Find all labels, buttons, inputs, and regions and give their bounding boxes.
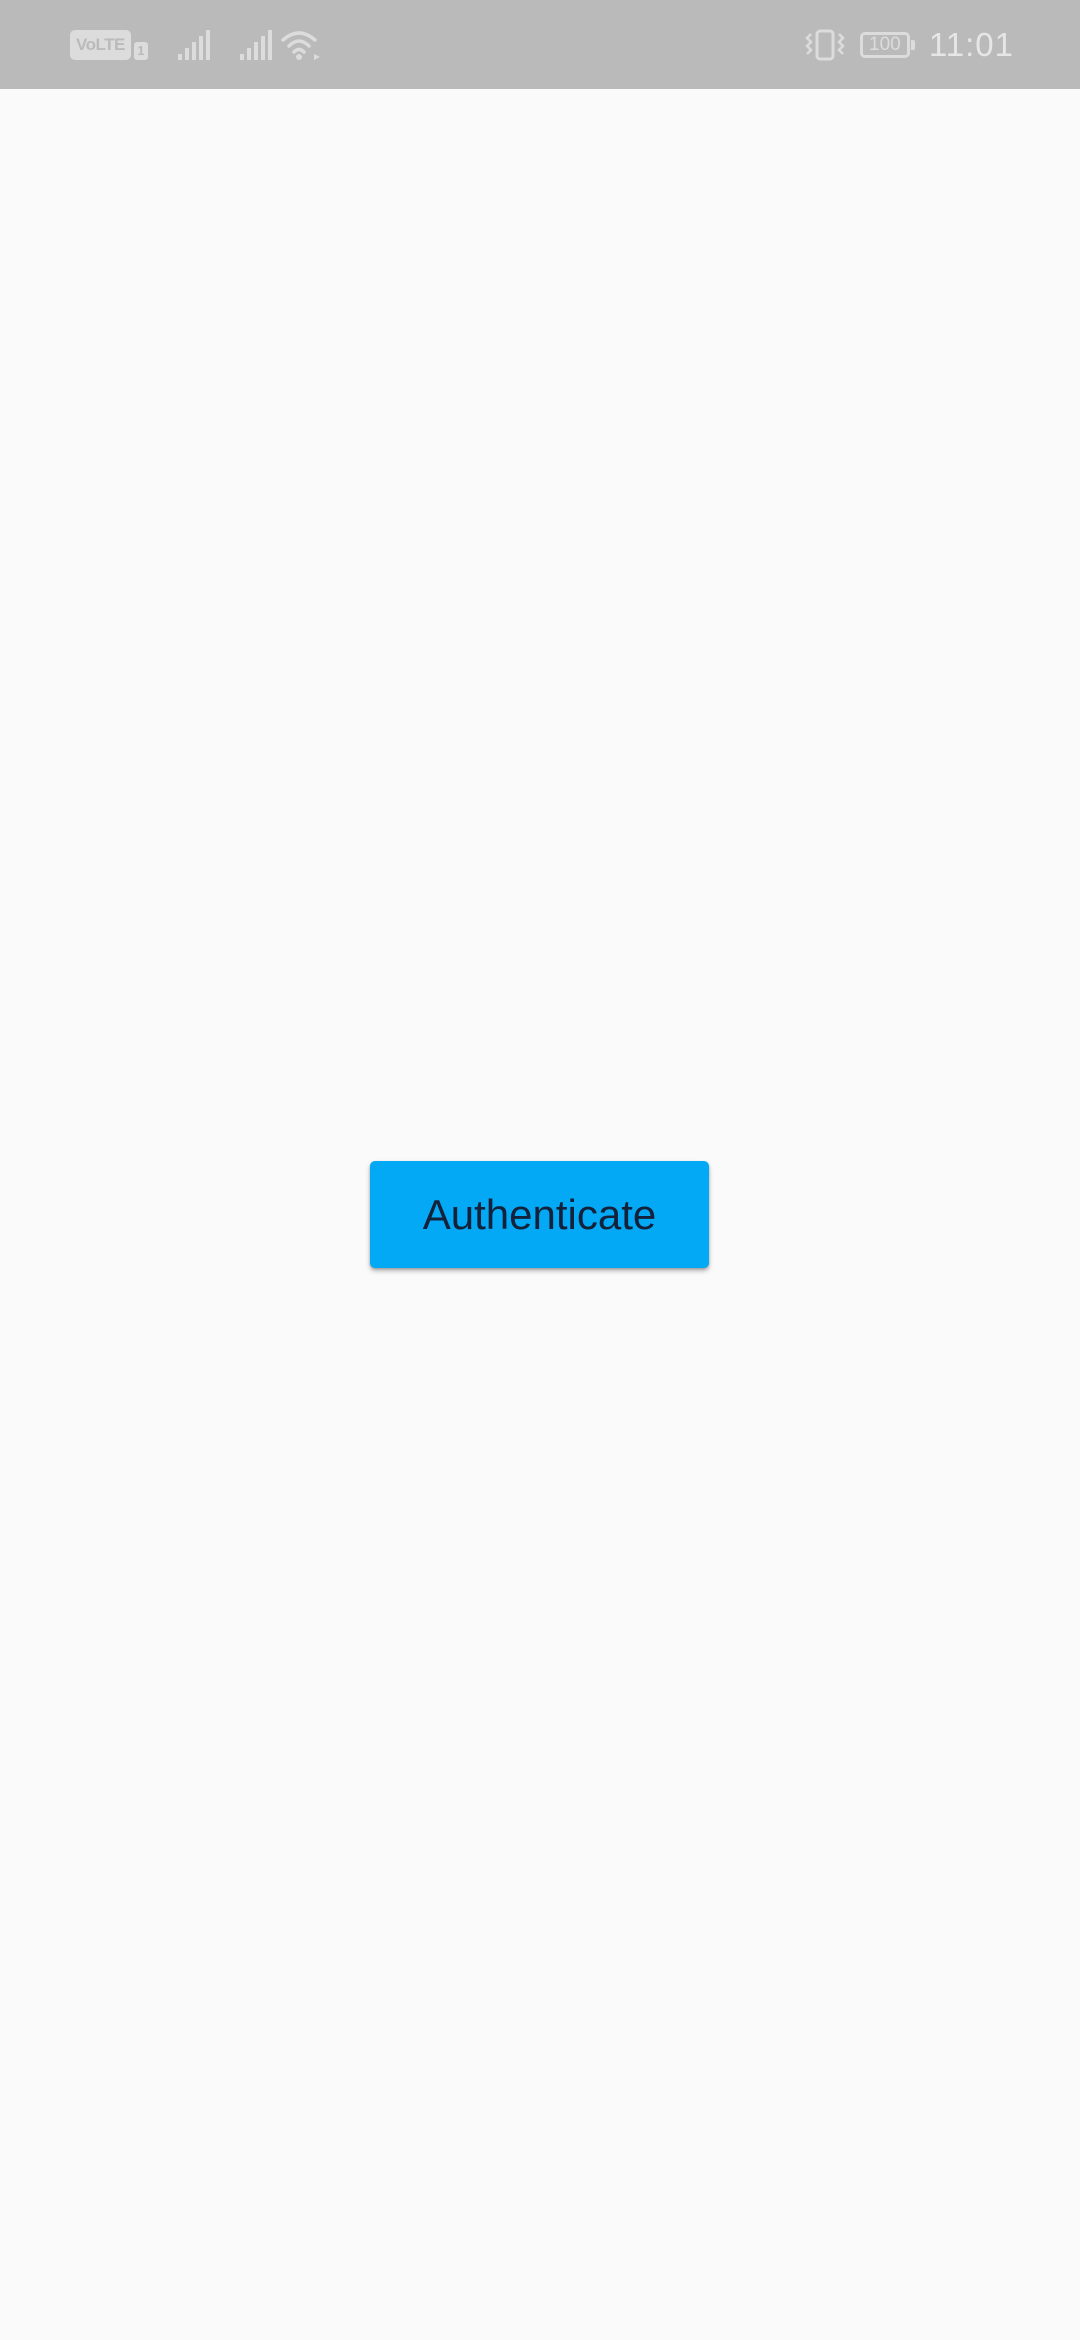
sim-slot-label: 1 [133, 41, 148, 60]
status-clock: 11:01 [928, 25, 1014, 63]
status-bar-right: 100 11:01 [804, 0, 1014, 89]
app-screen: VoLTE 1 100 11:01 Authenticate [0, 0, 1080, 2340]
volte-icon: VoLTE 1 [70, 29, 148, 60]
vibrate-icon [804, 28, 846, 62]
status-bar-left: VoLTE 1 [70, 0, 322, 89]
status-bar: VoLTE 1 100 11:01 [0, 0, 1080, 89]
signal-icon [238, 28, 272, 62]
battery-icon: 100 [859, 31, 915, 58]
authenticate-button[interactable]: Authenticate [370, 1161, 709, 1268]
wifi-icon [280, 28, 322, 62]
volte-label: VoLTE [70, 29, 131, 60]
battery-tip [910, 39, 915, 50]
signal-icon [176, 28, 210, 62]
battery-level: 100 [859, 31, 910, 58]
